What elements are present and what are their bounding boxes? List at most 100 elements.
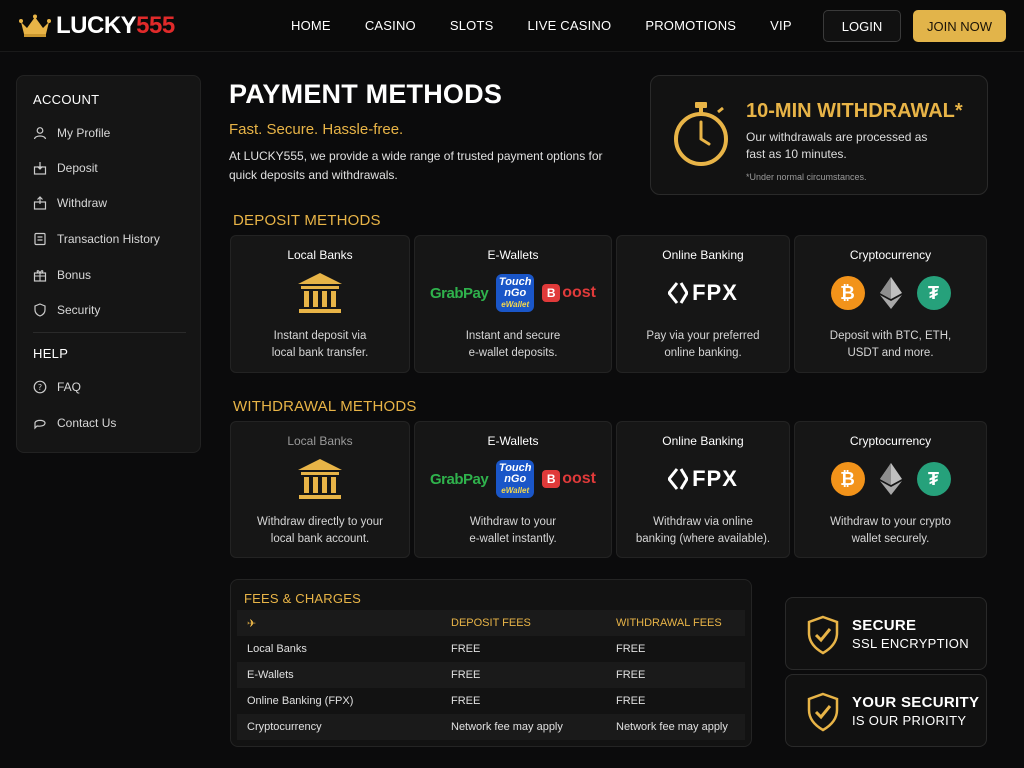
brand-name: LUCKY555 xyxy=(56,12,175,39)
sidebar-item-label: Contact Us xyxy=(57,416,117,430)
bank-icon xyxy=(298,459,342,499)
table-row: Local Banks FREE FREE xyxy=(247,643,646,655)
deposit-card-local-banks[interactable]: Local Banks Instant deposit via local ban… xyxy=(230,235,410,373)
deposit-card-cryptocurrency[interactable]: Cryptocurrency ₿ ₮ Deposit with BTC, ETH… xyxy=(794,235,987,373)
wing-icon: ✈ xyxy=(247,618,257,630)
card-description: Withdraw directly to your local bank acco… xyxy=(257,516,383,545)
sidebar-item-withdraw[interactable]: Withdraw xyxy=(33,192,193,214)
join-now-button[interactable]: JOIN NOW xyxy=(913,10,1006,42)
card-description: Pay via your preferred online banking. xyxy=(646,330,760,359)
account-sidebar: ACCOUNT My Profile Deposit Withdraw Tran… xyxy=(16,75,201,453)
withdrawal-card-online-banking[interactable]: Online Banking FPX Withdraw via online ba… xyxy=(616,421,790,558)
nav-casino[interactable]: CASINO xyxy=(365,18,416,33)
withdrawal-card-local-banks[interactable]: Local Banks Withdraw directly to your loc… xyxy=(230,421,410,558)
ssl-encryption-badge: SECURE SSL ENCRYPTION xyxy=(785,597,987,670)
account-heading: ACCOUNT xyxy=(33,92,100,107)
sidebar-item-label: Deposit xyxy=(57,161,98,175)
svg-text:?: ? xyxy=(38,383,42,392)
fees-title: FEES & CHARGES xyxy=(244,591,361,606)
question-icon: ? xyxy=(33,380,47,394)
page-subtitle: Fast. Secure. Hassle-free. xyxy=(229,121,404,138)
sidebar-item-label: Withdraw xyxy=(57,196,108,210)
bitcoin-icon: ₿ xyxy=(830,276,865,310)
table-row: Online Banking (FPX) FREE FREE xyxy=(247,695,646,707)
fpx-logo: FPX xyxy=(668,280,738,306)
nav-live-casino[interactable]: LIVE CASINO xyxy=(527,18,611,33)
withdraw-icon xyxy=(33,196,47,210)
grabpay-logo: GrabPay xyxy=(430,470,489,488)
withdrawal-card-e-wallets[interactable]: E-Wallets GrabPay Touch nGo eWallet Boost … xyxy=(414,421,612,558)
column-header-withdrawal-fees: WITHDRAWAL FEES xyxy=(616,617,722,629)
card-title: Local Banks xyxy=(287,248,353,262)
tether-icon: ₮ xyxy=(916,462,951,496)
shield-check-icon xyxy=(807,692,839,732)
deposit-card-online-banking[interactable]: Online Banking FPX Pay via your preferre… xyxy=(616,235,790,373)
sidebar-divider xyxy=(33,332,186,333)
card-description: Withdraw to your crypto wallet securely. xyxy=(830,516,951,545)
fpx-logo: FPX xyxy=(668,466,738,492)
sidebar-item-transaction-history[interactable]: Transaction History xyxy=(33,228,193,250)
card-title: Online Banking xyxy=(662,248,744,262)
fpx-mark-icon xyxy=(668,282,689,304)
fees-and-charges-panel: FEES & CHARGES ✈ DEPOSIT FEES WITHDRAWAL… xyxy=(230,579,752,747)
sidebar-item-faq[interactable]: ? FAQ xyxy=(33,376,193,398)
withdrawal-promo-card: 10-MIN WITHDRAWAL* Our withdrawals are p… xyxy=(650,75,988,195)
sidebar-item-label: Security xyxy=(57,303,101,317)
stopwatch-icon xyxy=(674,102,728,166)
withdrawal-methods-heading: WITHDRAWAL METHODS xyxy=(233,398,417,415)
login-button[interactable]: LOGIN xyxy=(823,10,901,42)
top-navigation-bar: LUCKY555 HOME CASINO SLOTS LIVE CASINO P… xyxy=(0,0,1024,52)
card-description: Deposit with BTC, ETH, USDT and more. xyxy=(829,330,952,359)
crown-icon xyxy=(19,14,51,37)
sidebar-item-deposit[interactable]: Deposit xyxy=(33,157,193,179)
page-title: PAYMENT METHODS xyxy=(229,79,503,109)
nav-promotions[interactable]: PROMOTIONS xyxy=(645,18,736,33)
promo-title: 10-MIN WITHDRAWAL* xyxy=(746,100,963,122)
bank-icon xyxy=(298,273,342,313)
column-header-deposit-fees: DEPOSIT FEES xyxy=(451,617,531,629)
bitcoin-icon: ₿ xyxy=(830,462,865,496)
boost-logo: Boost xyxy=(542,470,596,488)
grabpay-logo: GrabPay xyxy=(430,284,489,302)
page-intro: At LUCKY555, we provide a wide range of … xyxy=(229,149,603,182)
table-row: E-Wallets FREE FREE xyxy=(237,662,745,688)
nav-home[interactable]: HOME xyxy=(291,18,331,33)
nav-slots[interactable]: SLOTS xyxy=(450,18,494,33)
card-description: Instant and secure e-wallet deposits. xyxy=(465,330,561,359)
touch-n-go-logo: Touch nGo eWallet xyxy=(496,274,535,312)
card-title: Online Banking xyxy=(662,434,744,448)
sidebar-item-my-profile[interactable]: My Profile xyxy=(33,122,193,144)
card-description: Instant deposit via local bank transfer. xyxy=(271,330,369,359)
gift-icon xyxy=(33,270,47,282)
sidebar-item-bonus[interactable]: Bonus xyxy=(33,264,193,286)
promo-note: *Under normal circumstances. xyxy=(746,172,867,182)
sidebar-item-label: FAQ xyxy=(57,380,82,394)
receipt-icon xyxy=(34,232,46,246)
help-heading: HELP xyxy=(33,346,69,361)
card-description: Withdraw via online banking (where availa… xyxy=(635,516,771,545)
sidebar-item-label: My Profile xyxy=(57,126,111,140)
chat-icon xyxy=(34,419,46,430)
deposit-methods-heading: DEPOSIT METHODS xyxy=(233,212,381,229)
touch-n-go-logo: Touch nGo eWallet xyxy=(496,460,535,498)
withdrawal-card-cryptocurrency[interactable]: Cryptocurrency ₿ ₮ Withdraw to your cryp… xyxy=(794,421,987,558)
sidebar-item-security[interactable]: Security xyxy=(33,299,193,321)
sidebar-item-contact-us[interactable]: Contact Us xyxy=(33,412,193,434)
main-nav: HOME CASINO SLOTS LIVE CASINO PROMOTIONS… xyxy=(291,18,826,33)
card-title: E-Wallets xyxy=(487,434,539,448)
fees-table: ✈ DEPOSIT FEES WITHDRAWAL FEES Local Ban… xyxy=(237,610,745,740)
brand-logo[interactable]: LUCKY555 xyxy=(18,12,175,40)
deposit-card-e-wallets[interactable]: E-Wallets GrabPay Touch nGo eWallet Boost … xyxy=(414,235,612,373)
nav-vip[interactable]: VIP xyxy=(770,18,792,33)
card-title: E-Wallets xyxy=(487,248,539,262)
security-priority-badge: YOUR SECURITY IS OUR PRIORITY xyxy=(785,674,987,747)
card-description: Withdraw to your e-wallet instantly. xyxy=(469,516,557,545)
ethereum-icon xyxy=(879,277,902,309)
ethereum-icon xyxy=(879,463,902,495)
card-title: Cryptocurrency xyxy=(849,248,932,262)
deposit-icon xyxy=(33,162,47,175)
promo-text: Our withdrawals are processed as fast as… xyxy=(746,130,928,161)
sidebar-item-label: Bonus xyxy=(57,268,92,282)
shield-icon xyxy=(34,303,46,317)
boost-logo: Boost xyxy=(542,284,596,302)
